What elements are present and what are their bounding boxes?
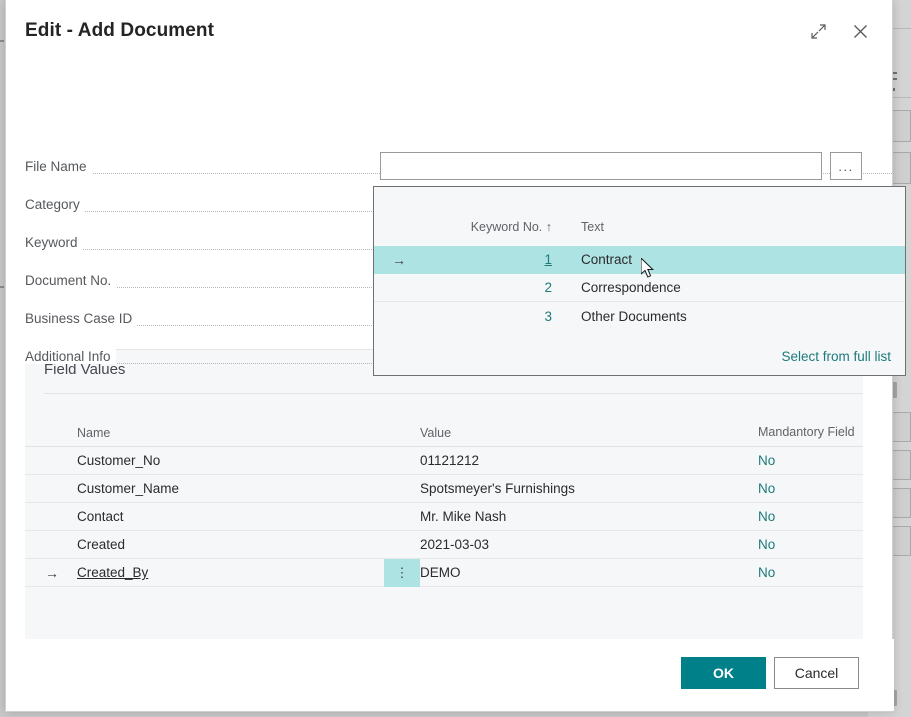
cell-value: 2021-03-03 xyxy=(420,537,758,552)
header-value: Value xyxy=(420,426,758,446)
dropdown-item-text: Other Documents xyxy=(559,309,687,324)
form-row-file-name: File Name ... xyxy=(6,149,894,183)
table-row[interactable]: Customer_No 01121212 No xyxy=(25,447,863,475)
table-row[interactable]: Created 2021-03-03 No xyxy=(25,531,863,559)
select-from-full-list-link[interactable]: Select from full list xyxy=(781,349,891,364)
dialog-titlebar: Edit - Add Document xyxy=(6,0,892,68)
cell-mandatory: No xyxy=(758,481,863,496)
cell-name: Created xyxy=(77,537,420,552)
cancel-button[interactable]: Cancel xyxy=(774,657,859,689)
page-title: Edit - Add Document xyxy=(25,20,214,42)
header-name: Name xyxy=(77,426,420,446)
cell-value: Spotsmeyer's Furnishings xyxy=(420,481,758,496)
dropdown-item-no: 3 xyxy=(374,309,559,324)
dropdown-item-other-documents[interactable]: 3 Other Documents xyxy=(374,302,905,330)
ok-button[interactable]: OK xyxy=(681,657,766,689)
cell-name: Customer_Name xyxy=(77,481,420,496)
backdrop-text-stub xyxy=(0,40,4,42)
table-header-row: Name Value Mandantory Field xyxy=(25,394,863,447)
table-row-selected[interactable]: → Created_By ⋮ DEMO No xyxy=(25,559,863,587)
browse-file-button[interactable]: ... xyxy=(830,152,862,180)
dropdown-item-contract[interactable]: → 1 Contract xyxy=(374,246,905,274)
expand-diagonal-icon[interactable] xyxy=(802,15,834,47)
row-context-menu-icon[interactable]: ⋮ xyxy=(384,559,420,587)
dialog-footer: OK Cancel xyxy=(6,639,894,711)
table-row[interactable]: Contact Mr. Mike Nash No xyxy=(25,503,863,531)
cell-name: Contact xyxy=(77,509,420,524)
cell-value: DEMO xyxy=(420,565,758,580)
label-additional-info: Additional Info xyxy=(25,349,116,364)
dropdown-rows: → 1 Contract 2 Correspondence 3 Other Do… xyxy=(374,246,905,330)
file-name-control xyxy=(380,152,822,180)
header-mandatory: Mandantory Field xyxy=(758,425,863,446)
file-name-input[interactable] xyxy=(380,152,822,180)
header-indicator xyxy=(25,440,77,446)
cell-mandatory: No xyxy=(758,453,863,468)
cell-value: Mr. Mike Nash xyxy=(420,509,758,524)
close-icon[interactable] xyxy=(844,15,876,47)
backdrop-text-stub xyxy=(0,286,4,288)
field-values-card: Field Values Name Value Mandantory Field… xyxy=(25,349,863,639)
dropdown-header-row: Keyword No. ↑ Text xyxy=(374,214,905,240)
row-indicator-arrow: → xyxy=(392,252,406,268)
label-category: Category xyxy=(25,197,85,212)
row-indicator-arrow: → xyxy=(45,565,59,581)
label-keyword: Keyword xyxy=(25,235,83,250)
cell-mandatory: No xyxy=(758,509,863,524)
dropdown-item-no: 2 xyxy=(374,280,559,295)
dropdown-item-text: Correspondence xyxy=(559,280,681,295)
dropdown-header-text[interactable]: Text xyxy=(559,220,604,234)
label-file-name: File Name xyxy=(25,159,92,174)
cell-name: Customer_No xyxy=(77,453,420,468)
table-row[interactable]: Customer_Name Spotsmeyer's Furnishings N… xyxy=(25,475,863,503)
keyword-dropdown-panel: Keyword No. ↑ Text → 1 Contract 2 Corres… xyxy=(373,186,906,376)
cell-mandatory: No xyxy=(758,565,863,580)
label-document-no: Document No. xyxy=(25,273,116,288)
cell-name[interactable]: Created_By xyxy=(77,565,420,580)
cell-value: 01121212 xyxy=(420,453,758,468)
dropdown-item-correspondence[interactable]: 2 Correspondence xyxy=(374,274,905,302)
dropdown-header-keyword-no[interactable]: Keyword No. ↑ xyxy=(374,220,559,234)
cell-mandatory: No xyxy=(758,537,863,552)
field-values-table: Name Value Mandantory Field Customer_No … xyxy=(25,394,863,587)
dropdown-item-text: Contract xyxy=(559,252,632,267)
label-business-case-id: Business Case ID xyxy=(25,311,137,326)
